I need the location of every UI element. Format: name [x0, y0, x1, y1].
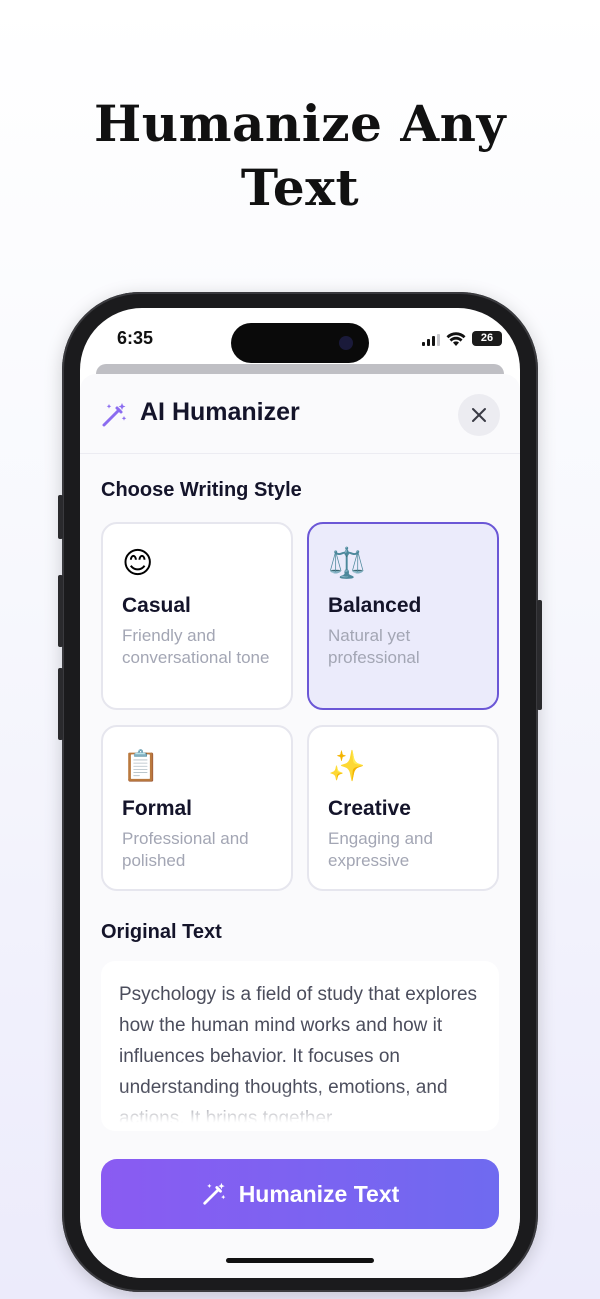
phone-action-button: [58, 495, 63, 539]
phone-power-button: [537, 600, 542, 710]
dynamic-island: [231, 323, 369, 363]
headline-line-1: Humanize Any: [93, 94, 507, 153]
battery-percentage: 26: [480, 332, 494, 344]
close-button[interactable]: [458, 394, 500, 436]
style-card-casual[interactable]: 😊 Casual Friendly and conversational ton…: [101, 522, 293, 710]
style-card-title: Balanced: [328, 594, 422, 617]
humanize-text-button[interactable]: Humanize Text: [101, 1159, 499, 1229]
phone-volume-up: [58, 575, 63, 647]
phone-volume-down: [58, 668, 63, 740]
magic-wand-icon: [102, 403, 127, 427]
style-card-creative[interactable]: ✨ Creative Engaging and expressive: [307, 725, 499, 891]
style-card-description: Friendly and conversational tone: [122, 626, 270, 667]
front-camera: [339, 336, 353, 350]
magic-wand-icon: [203, 1182, 226, 1205]
battery-icon: 26: [472, 331, 502, 346]
sheet-title: AI Humanizer: [140, 398, 300, 426]
sheet-header: AI Humanizer: [80, 374, 520, 454]
style-card-description: Engaging and expressive: [328, 829, 433, 870]
original-text-heading: Original Text: [101, 921, 222, 943]
status-time: 6:35: [117, 328, 154, 348]
home-indicator: [226, 1258, 374, 1263]
humanize-button-label: Humanize Text: [238, 1180, 400, 1207]
smiley-emoji-icon: 😊: [122, 546, 154, 581]
style-card-title: Creative: [328, 797, 411, 820]
sparkles-emoji-icon: ✨: [328, 749, 366, 784]
text-fade-overlay: [101, 1089, 499, 1131]
scales-emoji-icon: ⚖️: [328, 546, 366, 581]
clipboard-emoji-icon: 📋: [122, 749, 160, 784]
close-icon: [472, 408, 486, 422]
page-headline: Humanize Any Text: [0, 92, 600, 220]
style-card-title: Formal: [122, 797, 193, 820]
style-card-balanced[interactable]: ⚖️ Balanced Natural yet professional: [307, 522, 499, 710]
status-bar: 6:35 26: [80, 308, 520, 368]
style-card-description: Professional and polished: [122, 829, 249, 870]
style-card-formal[interactable]: 📋 Formal Professional and polished: [101, 725, 293, 891]
cellular-signal-icon: [422, 334, 440, 346]
headline-line-2: Text: [240, 158, 360, 217]
writing-style-heading: Choose Writing Style: [101, 479, 302, 501]
style-card-title: Casual: [122, 594, 191, 617]
wifi-icon: [446, 332, 466, 346]
style-card-description: Natural yet professional: [328, 626, 420, 667]
original-text-input[interactable]: Psychology is a field of study that expl…: [101, 961, 499, 1131]
